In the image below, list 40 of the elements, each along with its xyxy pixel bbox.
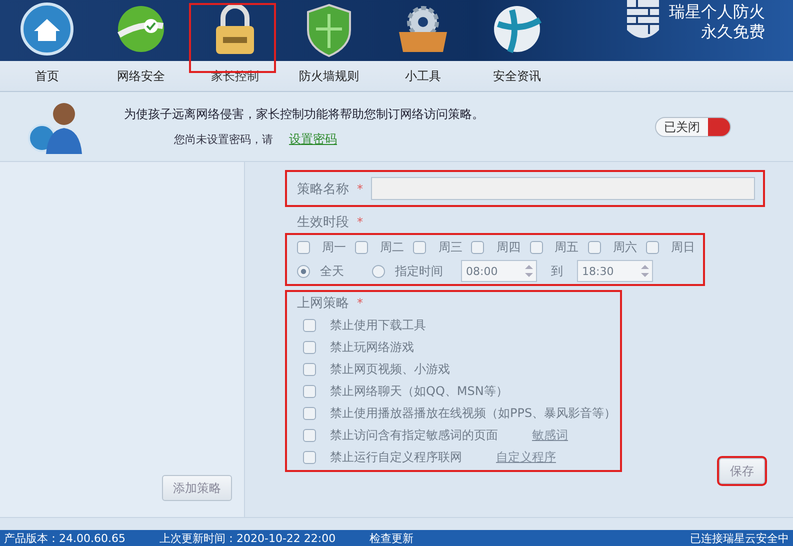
field-label: 上网策略	[297, 295, 349, 312]
day-label: 周五	[554, 239, 579, 256]
intro-message: 为使孩子远离网络侵害，家长控制功能将帮助您制订网络访问策略。	[124, 106, 485, 122]
policy-label: 禁止访问含有指定敏感词的页面	[330, 427, 498, 444]
time-mode-label: 全天	[320, 262, 344, 280]
policy-label: 禁止玩网络游戏	[330, 339, 414, 356]
nav-tab[interactable]: 安全资讯	[470, 61, 564, 91]
version-text: 产品版本：24.00.60.65	[4, 530, 126, 546]
nav-tab[interactable]: 首页	[0, 61, 94, 91]
day-label: 周日	[670, 239, 695, 256]
brand-name: 瑞星个人防火	[669, 2, 765, 22]
policy-label: 禁止使用下载工具	[330, 317, 426, 334]
policy-label: 禁止网页视频、小游戏	[330, 361, 450, 378]
policy-label: 禁止网络聊天（如QQ、MSN等）	[330, 383, 508, 400]
nav-tab[interactable]: 小工具	[376, 61, 470, 91]
password-note: 您尚未设置密码，请	[174, 132, 273, 146]
to-label: 到	[551, 262, 563, 280]
day-label: 周四	[496, 239, 520, 256]
nav-tab[interactable]: 网络安全	[94, 61, 188, 91]
required-mark: *	[357, 215, 363, 229]
day-label: 周一	[322, 239, 346, 256]
last-update-text: 上次更新时间：2020-10-22 22:00	[159, 530, 336, 546]
brand-slogan: 永久免费	[701, 22, 765, 42]
toggle-switch[interactable]: 已关闭	[655, 116, 731, 136]
policy-label: 禁止运行自定义程序联网	[330, 449, 462, 466]
field-label: 策略名称	[297, 180, 349, 198]
shield-icon	[304, 2, 354, 58]
required-mark: *	[357, 182, 363, 196]
policy-label: 禁止使用播放器播放在线视频（如PPS、暴风影音等）	[330, 405, 616, 422]
required-mark: *	[357, 296, 363, 310]
home-icon	[20, 2, 74, 56]
day-label: 周三	[438, 239, 462, 256]
check-update-link[interactable]: 检查更新	[370, 530, 414, 546]
field-label: 生效时段	[297, 214, 349, 231]
time-mode-label: 指定时间	[395, 262, 443, 280]
nav-tab[interactable]: 防火墙规则	[282, 61, 376, 91]
set-password-link[interactable]: 设置密码	[289, 130, 337, 148]
day-label: 周二	[380, 239, 404, 256]
day-label: 周六	[612, 239, 637, 256]
cloud-status-text: 已连接瑞星云安全中	[690, 530, 789, 546]
